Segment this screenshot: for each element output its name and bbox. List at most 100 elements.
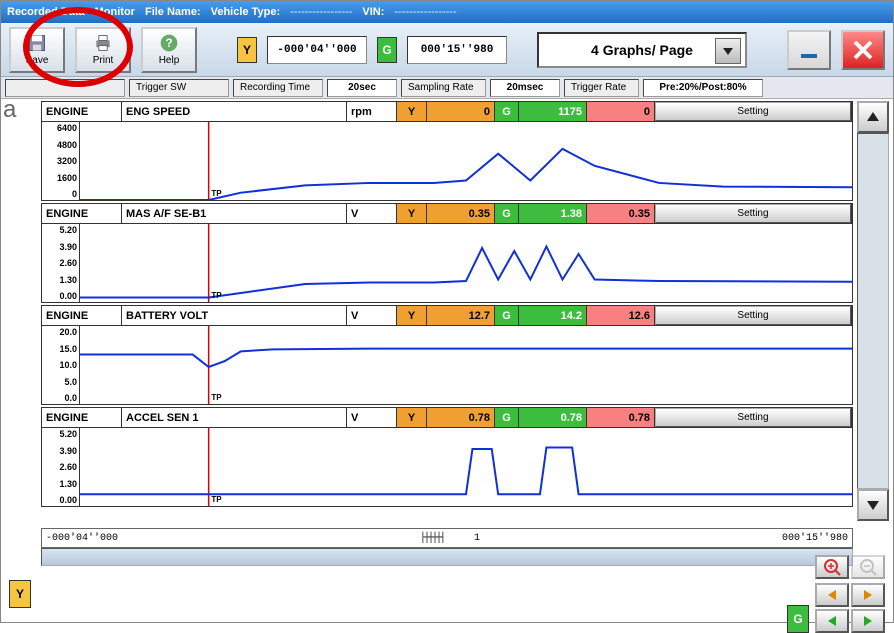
right-arrow-icon <box>861 614 875 628</box>
graph-row: ENGINEMAS A/F SE-B1VY0.35G1.380.35Settin… <box>41 203 853 303</box>
setting-button[interactable]: Setting <box>655 408 851 427</box>
y-axis: 5.203.902.601.300.00 <box>42 224 80 302</box>
save-icon <box>27 33 47 53</box>
plot-area[interactable]: TP <box>80 326 852 404</box>
y-value: 0.35 <box>427 204 495 223</box>
graph-signal: MAS A/F SE-B1 <box>122 204 347 223</box>
print-icon <box>93 33 113 53</box>
help-label: Help <box>159 55 180 66</box>
g-value: 0.78 <box>519 408 587 427</box>
graph-system: ENGINE <box>42 408 122 427</box>
chevron-down-icon <box>715 38 741 64</box>
close-icon <box>852 39 874 61</box>
zoom-in-button[interactable] <box>815 555 849 579</box>
left-arrow-icon <box>825 588 839 602</box>
print-button[interactable]: Print <box>75 27 131 73</box>
scroll-up-button[interactable] <box>857 101 889 133</box>
g-label: G <box>495 102 519 121</box>
graph-unit: V <box>347 306 397 325</box>
g-label: G <box>495 408 519 427</box>
horizontal-scrollbar[interactable] <box>41 548 853 566</box>
minimize-button[interactable] <box>787 30 831 70</box>
trigger-sw-cell: Trigger SW <box>129 79 229 97</box>
g-value: 1175 <box>519 102 587 121</box>
help-icon: ? <box>159 33 179 53</box>
chevron-up-icon <box>865 109 881 125</box>
r-value: 0 <box>587 102 655 121</box>
g-label: G <box>495 306 519 325</box>
r-value: 0.78 <box>587 408 655 427</box>
step-left-g-button[interactable] <box>815 609 849 633</box>
dropdown-label: 4 Graphs/ Page <box>591 42 693 58</box>
y-marker-badge[interactable]: Y <box>237 37 257 63</box>
close-button[interactable] <box>841 30 885 70</box>
left-arrow-icon <box>825 614 839 628</box>
r-value: 0.35 <box>587 204 655 223</box>
y-label: Y <box>397 306 427 325</box>
timeline-end: 000'15''980 <box>782 533 848 544</box>
scroll-down-button[interactable] <box>857 489 889 521</box>
toolbar: Save Print ? Help Y -000'04''000 G 000'1… <box>1 23 893 77</box>
graph-signal: BATTERY VOLT <box>122 306 347 325</box>
step-right-y-button[interactable] <box>851 583 885 607</box>
y-time-value: -000'04''000 <box>267 36 367 64</box>
y-label: Y <box>397 102 427 121</box>
setting-button[interactable]: Setting <box>655 306 851 325</box>
vertical-scrollbar[interactable] <box>857 101 889 521</box>
graph-signal: ACCEL SEN 1 <box>122 408 347 427</box>
g-marker-badge[interactable]: G <box>377 37 397 63</box>
plot-area[interactable]: TP <box>80 224 852 302</box>
graph-unit: V <box>347 204 397 223</box>
g-marker-bottom[interactable]: G <box>787 605 809 633</box>
graph-system: ENGINE <box>42 204 122 223</box>
bottom-bar: Y G <box>1 566 893 622</box>
vin-value: ----------------- <box>394 6 456 18</box>
help-button[interactable]: ? Help <box>141 27 197 73</box>
graph-row: ENGINEENG SPEEDrpmY0G11750Setting6400480… <box>41 101 853 201</box>
chevron-down-icon <box>865 497 881 513</box>
step-right-g-button[interactable] <box>851 609 885 633</box>
save-button[interactable]: Save <box>9 27 65 73</box>
graph-row: ENGINEBATTERY VOLTVY12.7G14.212.6Setting… <box>41 305 853 405</box>
vehicle-type-value: ----------------- <box>290 6 352 18</box>
y-marker-bottom[interactable]: Y <box>9 580 31 608</box>
step-left-y-button[interactable] <box>815 583 849 607</box>
g-label: G <box>495 204 519 223</box>
monitor-label: Monitor <box>95 6 135 18</box>
trigger-sw-label <box>5 79 125 97</box>
zoom-out-icon <box>859 558 877 576</box>
y-axis: 5.203.902.601.300.00 <box>42 428 80 506</box>
plot-area[interactable]: TP <box>80 428 852 506</box>
tp-label: TP <box>211 393 221 402</box>
timeline-tick: 1 <box>474 533 480 544</box>
app-title: Recorded Data <box>7 6 85 18</box>
minimize-icon <box>797 38 821 62</box>
y-value: 0 <box>427 102 495 121</box>
setting-button[interactable]: Setting <box>655 204 851 223</box>
sampling-rate-label: Sampling Rate <box>401 79 486 97</box>
trigger-rate-label: Trigger Rate <box>564 79 639 97</box>
y-axis: 20.015.010.05.00.0 <box>42 326 80 404</box>
g-time-value: 000'15''980 <box>407 36 507 64</box>
recording-time-value: 20sec <box>327 79 397 97</box>
zoom-out-button[interactable] <box>851 555 885 579</box>
y-value: 12.7 <box>427 306 495 325</box>
graphs-per-page-dropdown[interactable]: 4 Graphs/ Page <box>537 32 747 68</box>
graph-area: ENGINEENG SPEEDrpmY0G11750Setting6400480… <box>1 99 893 559</box>
graph-signal: ENG SPEED <box>122 102 347 121</box>
vehicle-type-label: Vehicle Type: <box>211 6 281 18</box>
svg-text:?: ? <box>165 37 172 50</box>
vin-label: VIN: <box>362 6 384 18</box>
plot-area[interactable]: TP <box>80 122 852 200</box>
graph-unit: V <box>347 408 397 427</box>
g-value: 1.38 <box>519 204 587 223</box>
footer: -000'04''000 ├┼┼┼┼┤ 1 000'15''980 Y G <box>1 528 893 622</box>
print-label: Print <box>93 55 114 66</box>
y-value: 0.78 <box>427 408 495 427</box>
right-arrow-icon <box>861 588 875 602</box>
y-label: Y <box>397 204 427 223</box>
setting-button[interactable]: Setting <box>655 102 851 121</box>
trigger-rate-value: Pre:20%/Post:80% <box>643 79 763 97</box>
recording-time-label: Recording Time <box>233 79 323 97</box>
scroll-track[interactable] <box>857 133 889 489</box>
